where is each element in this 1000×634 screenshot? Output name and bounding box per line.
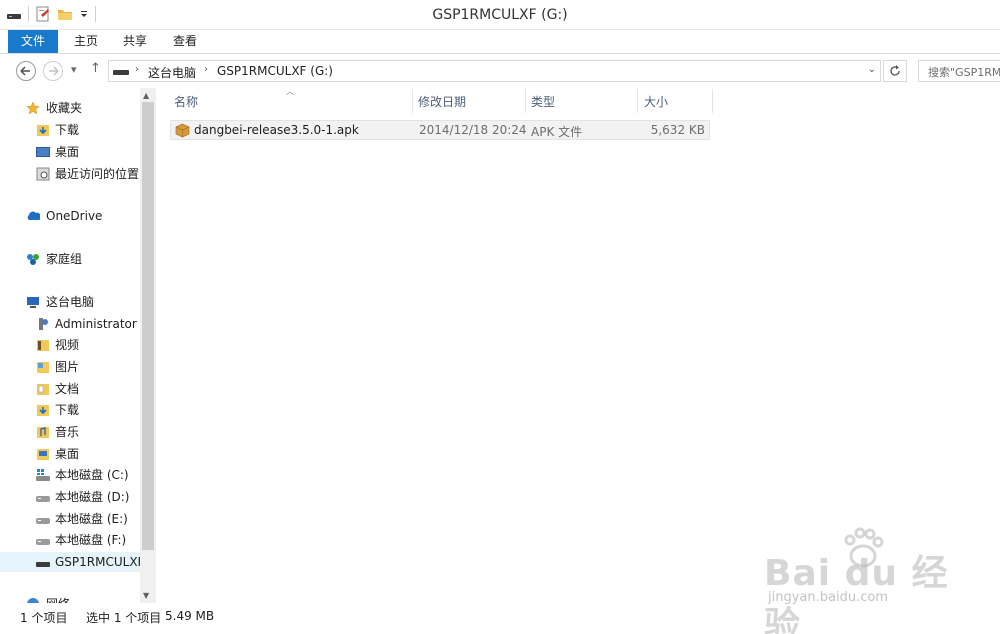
drive-icon — [113, 70, 129, 75]
nav-downloads[interactable]: 下载 — [0, 120, 140, 140]
videos-folder-icon — [37, 340, 49, 351]
documents-folder-icon — [37, 384, 49, 395]
column-header-date[interactable]: 修改日期 — [418, 91, 522, 113]
tab-share[interactable]: 共享 — [109, 30, 161, 53]
cloud-icon — [27, 211, 40, 220]
computer-icon — [27, 297, 39, 308]
pictures-folder-icon — [37, 362, 49, 373]
breadcrumb-this-pc[interactable]: 这台电脑 — [148, 64, 196, 81]
file-date: 2014/12/18 20:24 — [419, 123, 527, 137]
nav-this-pc[interactable]: 这台电脑 — [0, 292, 140, 312]
file-size: 5,632 KB — [650, 123, 705, 137]
search-input[interactable]: 搜索"GSP1RMCULXF (G:)" — [918, 60, 1000, 82]
scroll-up-icon[interactable]: ▲ — [143, 91, 149, 100]
tab-file[interactable]: 文件 — [8, 30, 58, 53]
removable-drive-icon — [36, 562, 50, 567]
scroll-down-icon[interactable]: ▼ — [143, 591, 149, 600]
nav-network[interactable]: 网络 — [0, 594, 140, 603]
nav-drive-e[interactable]: 本地磁盘 (E:) — [0, 509, 140, 529]
nav-recent-places[interactable]: 最近访问的位置 — [0, 164, 140, 184]
watermark-brand: Bai du 经验 — [764, 553, 949, 634]
item-count: 1 个项目 — [20, 611, 68, 625]
nav-downloads-pc[interactable]: 下载 — [0, 400, 140, 420]
selected-count: 选中 1 个项目 — [86, 611, 162, 625]
refresh-button[interactable] — [883, 60, 907, 82]
navigation-pane: 收藏夹 下载 桌面 最近访问的位置 OneDrive 家庭组 这台电脑 Admi… — [0, 88, 156, 603]
hard-drive-icon — [36, 496, 50, 502]
desktop-folder-icon — [37, 449, 49, 460]
arrow-right-icon — [49, 66, 59, 76]
nav-drive-d[interactable]: 本地磁盘 (D:) — [0, 487, 140, 507]
column-divider[interactable] — [412, 89, 413, 113]
up-arrow-icon[interactable]: ↑ — [90, 61, 101, 76]
baidu-watermark: Bai du 经验 jingyan.baidu.com — [760, 524, 960, 634]
column-divider[interactable] — [712, 89, 713, 113]
selected-size: 5.49 MB — [165, 609, 215, 623]
hard-drive-icon — [36, 518, 50, 524]
forward-button[interactable] — [43, 61, 63, 81]
breadcrumb-chevron-icon[interactable]: › — [135, 64, 139, 75]
arrow-left-icon — [20, 66, 30, 76]
window-title: GSP1RMCULXF (G:) — [432, 7, 568, 23]
recent-locations-chevron-icon[interactable]: ▾ — [71, 63, 77, 76]
nav-desktop[interactable]: 桌面 — [0, 142, 140, 162]
ribbon-tabs: 文件 主页 共享 查看 — [0, 30, 1000, 54]
system-drive-icon — [36, 469, 50, 481]
title-bar: GSP1RMCULXF (G:) — [0, 0, 1000, 30]
address-dropdown-icon[interactable]: ⌄ — [868, 64, 876, 75]
homegroup-icon — [27, 254, 39, 265]
nav-desktop-pc[interactable]: 桌面 — [0, 444, 140, 464]
nav-documents[interactable]: 文档 — [0, 379, 140, 399]
address-row: ▾ ↑ › 这台电脑 › GSP1RMCULXF (G:) ⌄ 搜索"GSP1R… — [0, 55, 1000, 87]
nav-homegroup[interactable]: 家庭组 — [0, 249, 140, 269]
file-type: APK 文件 — [531, 125, 583, 139]
navigation-scrollbar[interactable]: ▲ ▼ — [140, 88, 156, 603]
user-folder-icon — [39, 318, 48, 330]
nav-pictures[interactable]: 图片 — [0, 357, 140, 377]
nav-favorites[interactable]: 收藏夹 — [0, 98, 140, 118]
nav-drive-f[interactable]: 本地磁盘 (F:) — [0, 530, 140, 550]
nav-videos[interactable]: 视频 — [0, 335, 140, 355]
column-divider[interactable] — [525, 89, 526, 113]
recent-places-icon — [36, 167, 50, 181]
package-icon — [175, 123, 190, 138]
column-header-name[interactable]: 名称 — [174, 91, 410, 113]
column-divider[interactable] — [637, 89, 638, 113]
network-icon — [27, 598, 39, 603]
scrollbar-thumb[interactable] — [142, 102, 154, 550]
downloads-folder-icon — [37, 405, 49, 416]
nav-drive-c[interactable]: 本地磁盘 (C:) — [0, 465, 140, 485]
tab-home[interactable]: 主页 — [60, 30, 112, 53]
hard-drive-icon — [36, 539, 50, 545]
nav-music[interactable]: 音乐 — [0, 422, 140, 442]
desktop-icon — [36, 147, 50, 157]
column-header-type[interactable]: 类型 — [531, 91, 635, 113]
star-icon — [26, 101, 40, 115]
watermark-url: jingyan.baidu.com — [768, 590, 888, 605]
nav-drive-g[interactable]: GSP1RMCULXF — [0, 552, 140, 572]
breadcrumb-drive-g[interactable]: GSP1RMCULXF (G:) — [217, 64, 333, 78]
nav-onedrive[interactable]: OneDrive — [0, 206, 140, 226]
refresh-icon — [890, 65, 900, 76]
breadcrumb-chevron-icon[interactable]: › — [204, 64, 208, 75]
back-button[interactable] — [16, 61, 36, 81]
downloads-folder-icon — [37, 125, 49, 136]
column-header-size[interactable]: 大小 — [644, 91, 710, 113]
file-name[interactable]: dangbei-release3.5.0-1.apk — [194, 123, 359, 137]
tab-view[interactable]: 查看 — [159, 30, 211, 53]
music-folder-icon — [37, 427, 49, 438]
nav-administrator[interactable]: Administrator ( — [0, 314, 140, 334]
file-row[interactable]: dangbei-release3.5.0-1.apk 2014/12/18 20… — [170, 120, 710, 140]
address-bar[interactable]: › 这台电脑 › GSP1RMCULXF (G:) ⌄ — [108, 60, 881, 82]
